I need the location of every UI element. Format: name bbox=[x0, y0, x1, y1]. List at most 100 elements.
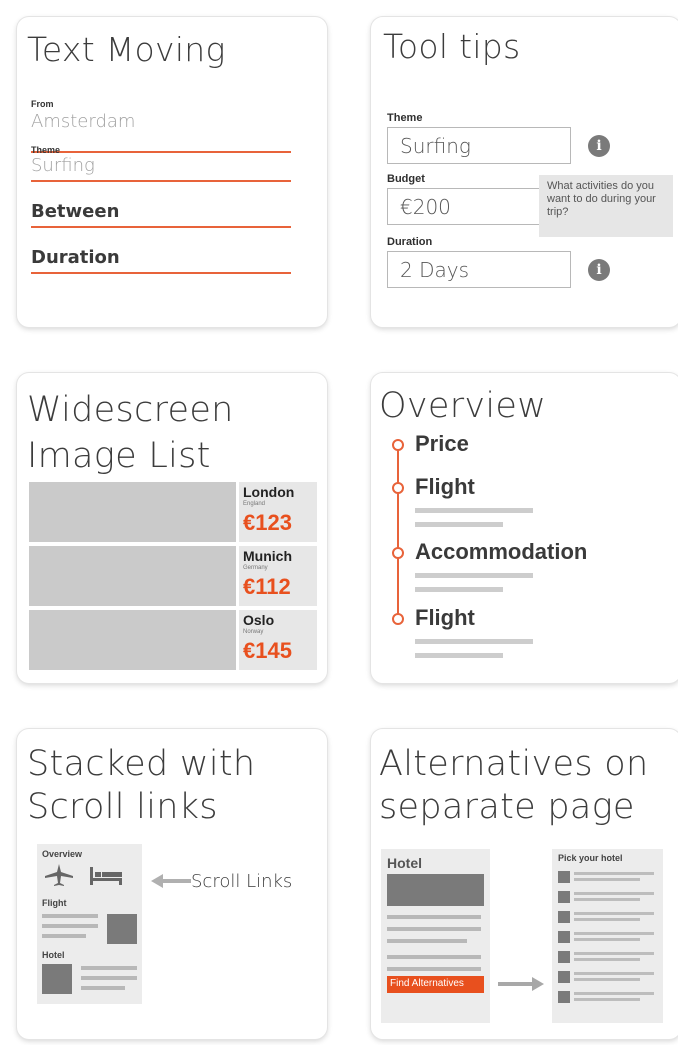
image-placeholder bbox=[29, 482, 236, 542]
budget-label: Budget bbox=[387, 173, 425, 185]
theme-value: Surfing bbox=[31, 155, 95, 176]
text-moving-card: Text Moving From Amsterdam Theme Surfing… bbox=[17, 17, 327, 327]
duration-field[interactable]: Duration bbox=[31, 245, 291, 274]
card-title: Tool tips bbox=[383, 27, 521, 66]
title-line-2: Image List bbox=[27, 436, 211, 476]
tool-tips-card: Tool tips Theme Surfing i Budget €200 Wh… bbox=[371, 17, 678, 327]
timeline-line bbox=[397, 445, 399, 623]
between-field[interactable]: Between bbox=[31, 199, 291, 228]
hotel-label: Hotel bbox=[42, 950, 65, 960]
theme-label: Theme bbox=[387, 112, 423, 124]
text-placeholder-line bbox=[81, 976, 137, 980]
from-value: Amsterdam bbox=[31, 111, 136, 132]
info-icon[interactable]: i bbox=[588, 259, 610, 281]
list-item[interactable]: Oslo Norway €145 bbox=[29, 610, 317, 670]
hotel-row[interactable] bbox=[558, 891, 656, 905]
find-alternatives-button[interactable]: Find Alternatives bbox=[387, 976, 484, 993]
card-title: Overview bbox=[379, 386, 547, 426]
text-placeholder-line bbox=[415, 639, 533, 644]
item-info: Oslo Norway €145 bbox=[239, 610, 317, 670]
theme-field[interactable]: Theme Surfing bbox=[31, 145, 291, 182]
card-title: Alternatives on separate page bbox=[379, 743, 648, 829]
image-placeholder bbox=[29, 610, 236, 670]
item-info: Munich Germany €112 bbox=[239, 546, 317, 606]
hotel-row[interactable] bbox=[558, 951, 656, 965]
image-placeholder bbox=[42, 964, 72, 994]
hotel-row[interactable] bbox=[558, 931, 656, 945]
timeline-dot bbox=[392, 547, 404, 559]
step-label[interactable]: Flight bbox=[415, 605, 475, 631]
between-placeholder: Between bbox=[31, 201, 120, 222]
text-placeholder-line bbox=[81, 986, 125, 990]
price: €123 bbox=[243, 510, 292, 535]
title-line-2: separate page bbox=[379, 787, 635, 827]
text-placeholder-line bbox=[415, 508, 533, 513]
image-placeholder bbox=[29, 546, 236, 606]
city-name: Munich bbox=[243, 548, 292, 564]
duration-input[interactable]: 2 Days bbox=[387, 251, 571, 288]
country-name: Norway bbox=[243, 629, 264, 635]
list-item[interactable]: Munich Germany €112 bbox=[29, 546, 317, 606]
text-placeholder-line bbox=[415, 653, 503, 658]
text-placeholder-line bbox=[81, 966, 137, 970]
pick-hotel-page-mockup: Pick your hotel bbox=[552, 849, 663, 1023]
hotel-row[interactable] bbox=[558, 911, 656, 925]
city-name: London bbox=[243, 484, 295, 500]
stacked-scroll-links-card: Stacked with Scroll links Overview Fligh… bbox=[17, 729, 327, 1039]
title-line-2: Scroll links bbox=[27, 787, 218, 827]
pick-hotel-label: Pick your hotel bbox=[558, 853, 623, 863]
from-label: From bbox=[31, 99, 54, 109]
timeline-dot bbox=[392, 439, 404, 451]
info-icon[interactable]: i bbox=[588, 135, 610, 157]
price: €112 bbox=[243, 574, 291, 599]
alternatives-card: Alternatives on separate page Hotel Find… bbox=[371, 729, 678, 1039]
step-label[interactable]: Flight bbox=[415, 474, 475, 500]
text-placeholder-line bbox=[415, 573, 533, 578]
image-placeholder bbox=[387, 874, 484, 906]
text-placeholder-line bbox=[387, 927, 481, 931]
text-placeholder-line bbox=[387, 915, 481, 919]
theme-label: Theme bbox=[31, 145, 61, 155]
step-label[interactable]: Price bbox=[415, 431, 469, 457]
flight-label: Flight bbox=[42, 898, 67, 908]
country-name: England bbox=[243, 501, 266, 507]
title-line-1: Stacked with bbox=[27, 744, 256, 784]
item-info: London England €123 bbox=[239, 482, 317, 542]
title-line-1: Widescreen bbox=[27, 390, 234, 430]
hotel-row[interactable] bbox=[558, 871, 656, 885]
duration-placeholder: Duration bbox=[31, 247, 120, 268]
card-title: Stacked with Scroll links bbox=[27, 743, 255, 829]
arrow-right-icon bbox=[498, 977, 544, 991]
timeline-dot bbox=[392, 482, 404, 494]
hotel-label: Hotel bbox=[387, 855, 422, 871]
hotel-page-mockup: Hotel bbox=[381, 849, 490, 1023]
text-placeholder-line bbox=[42, 914, 98, 918]
list-item[interactable]: London England €123 bbox=[29, 482, 317, 542]
hotel-row[interactable] bbox=[558, 991, 656, 1005]
page-mockup: Overview Flight Hotel bbox=[37, 844, 142, 1004]
city-name: Oslo bbox=[243, 612, 275, 628]
text-placeholder-line bbox=[387, 939, 467, 943]
title-line-1: Alternatives on bbox=[379, 744, 649, 784]
widescreen-image-list-card: Widescreen Image List London England €12… bbox=[17, 373, 327, 683]
overview-card: Overview Price Flight Accommodation Flig… bbox=[371, 373, 678, 683]
text-placeholder-line bbox=[415, 587, 503, 592]
duration-label: Duration bbox=[387, 236, 433, 248]
text-placeholder-line bbox=[387, 967, 481, 971]
bed-icon[interactable] bbox=[89, 866, 123, 886]
plane-icon[interactable] bbox=[44, 863, 74, 887]
text-placeholder-line bbox=[387, 955, 481, 959]
scroll-links-label[interactable]: Scroll Links bbox=[191, 871, 292, 892]
overview-label: Overview bbox=[42, 849, 83, 859]
price: €145 bbox=[243, 638, 292, 663]
step-label[interactable]: Accommodation bbox=[415, 539, 587, 565]
tooltip: What activities do you want to do during… bbox=[539, 175, 673, 237]
text-placeholder-line bbox=[42, 924, 98, 928]
theme-input[interactable]: Surfing bbox=[387, 127, 571, 164]
arrow-left-icon bbox=[151, 874, 191, 888]
text-placeholder-line bbox=[42, 934, 86, 938]
card-title: Widescreen Image List bbox=[27, 387, 234, 479]
image-placeholder bbox=[107, 914, 137, 944]
hotel-row[interactable] bbox=[558, 971, 656, 985]
country-name: Germany bbox=[243, 565, 268, 571]
